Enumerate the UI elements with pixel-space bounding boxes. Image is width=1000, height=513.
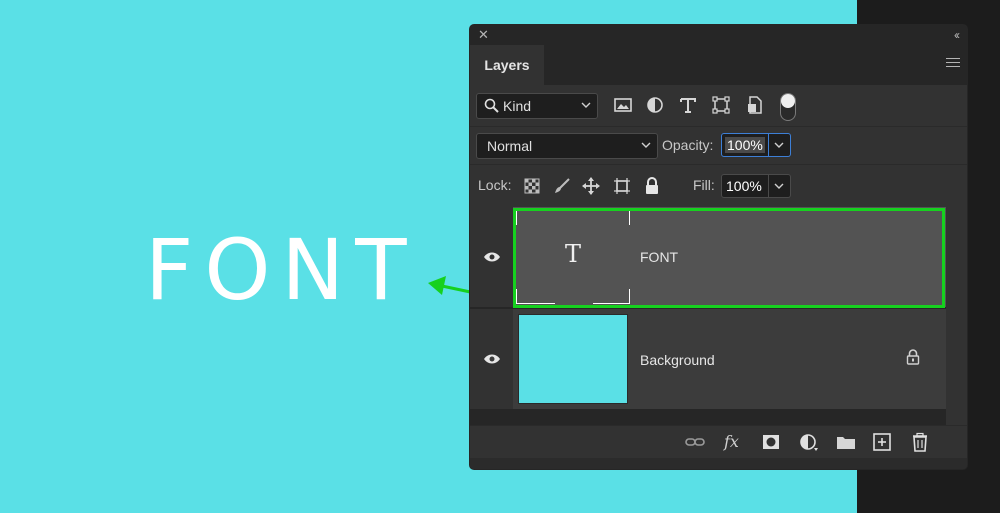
lock-all-icon[interactable]	[642, 176, 662, 196]
chevron-down-icon	[774, 183, 784, 189]
visibility-column	[470, 207, 513, 307]
chevron-down-icon	[641, 142, 651, 148]
layer-style-fx-icon[interactable]: fx	[724, 432, 746, 452]
layer-lock-icon[interactable]	[906, 349, 920, 365]
fill-value: 100%	[726, 178, 762, 194]
panel-menu-icon[interactable]	[946, 58, 960, 69]
eye-icon[interactable]	[483, 353, 501, 365]
search-icon	[484, 98, 499, 113]
visibility-column	[470, 309, 513, 409]
fill-dropdown-button[interactable]	[769, 174, 791, 198]
lock-row: Lock: Fill: 100%	[470, 164, 967, 207]
filter-kind-label: Kind	[503, 98, 532, 114]
pixel-filter-icon[interactable]	[613, 95, 633, 115]
eye-icon[interactable]	[483, 251, 501, 263]
filter-toggle[interactable]	[780, 93, 796, 121]
panel-resize-strip[interactable]	[470, 458, 967, 469]
collapse-panel-icon[interactable]: ‹‹	[954, 27, 960, 43]
adjustment-filter-icon[interactable]	[645, 95, 665, 115]
blend-row: Normal Opacity: 100%	[470, 126, 967, 164]
shape-filter-icon[interactable]	[711, 95, 731, 115]
lock-position-move-icon[interactable]	[581, 176, 601, 196]
new-group-folder-icon[interactable]	[835, 432, 857, 452]
chevron-down-icon	[774, 142, 784, 148]
new-adjustment-layer-icon[interactable]	[798, 432, 820, 452]
trash-icon[interactable]	[909, 432, 931, 452]
chevron-down-icon	[581, 102, 591, 108]
blend-mode-value: Normal	[487, 138, 533, 154]
filter-toggle-knob	[781, 94, 795, 108]
filter-row: Kind	[470, 85, 967, 125]
lock-transparent-pixels-icon[interactable]	[522, 176, 542, 196]
background-layer-thumbnail	[518, 314, 628, 404]
fill-input[interactable]: 100%	[721, 174, 769, 198]
layer-row-background[interactable]: Background	[470, 309, 946, 409]
lock-image-pixels-brush-icon[interactable]	[552, 176, 572, 196]
close-icon[interactable]: ✕	[478, 27, 489, 43]
tab-layers[interactable]: Layers	[470, 45, 544, 85]
link-layers-icon[interactable]	[684, 432, 706, 452]
panel-titlebar: ✕ ‹‹	[470, 25, 967, 45]
layers-scrollbar[interactable]	[946, 207, 967, 425]
opacity-label: Opacity:	[662, 137, 714, 153]
panel-tabbar: Layers	[470, 45, 967, 85]
fill-label: Fill:	[693, 177, 715, 193]
opacity-input[interactable]: 100%	[721, 133, 769, 157]
blend-mode-select[interactable]: Normal	[476, 133, 658, 159]
opacity-dropdown-button[interactable]	[769, 133, 791, 157]
filter-kind-select[interactable]: Kind	[476, 93, 598, 119]
panel-footer: fx	[470, 425, 967, 458]
layer-name: Background	[640, 352, 715, 368]
smart-object-filter-icon[interactable]	[745, 95, 765, 115]
selected-layer-highlight	[513, 208, 945, 308]
lock-artboard-icon[interactable]	[612, 176, 632, 196]
add-mask-icon[interactable]	[760, 432, 782, 452]
lock-label: Lock:	[478, 177, 512, 193]
opacity-value: 100%	[725, 137, 765, 153]
type-filter-icon[interactable]	[678, 95, 698, 115]
new-layer-icon[interactable]	[871, 432, 893, 452]
fx-label: fx	[724, 432, 739, 451]
